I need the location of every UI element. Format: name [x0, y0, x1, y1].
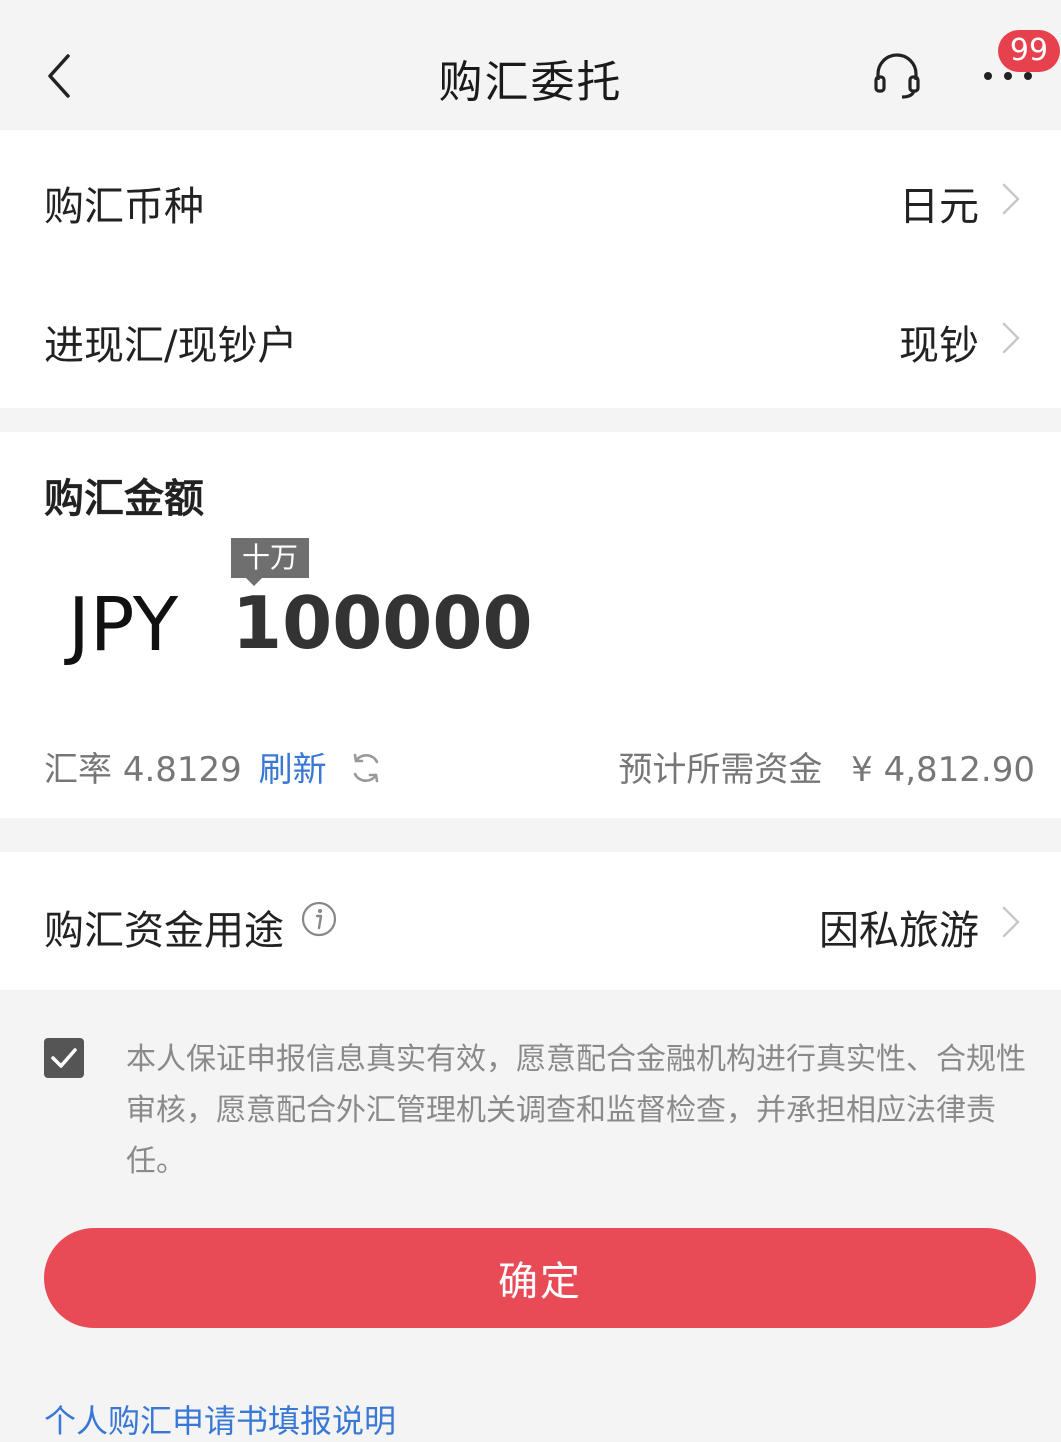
- account-type-label: 进现汇/现钞户: [44, 323, 298, 369]
- amount-unit-tooltip: 十万: [231, 538, 309, 578]
- currency-value: 日元: [899, 184, 979, 230]
- refresh-link[interactable]: 刷新: [259, 750, 327, 790]
- application-instructions-link[interactable]: 个人购汇申请书填报说明: [44, 1396, 396, 1442]
- exchange-rate: 汇率 4.8129 刷新: [44, 742, 383, 791]
- purpose-row[interactable]: 购汇资金用途 因私旅游: [0, 852, 1061, 990]
- account-type-value: 现钞: [899, 323, 979, 369]
- refresh-icon[interactable]: [349, 751, 383, 785]
- confirm-button[interactable]: 确定: [44, 1228, 1036, 1328]
- checkmark-icon: [51, 1048, 77, 1068]
- account-type-row[interactable]: 进现汇/现钞户 现钞: [0, 269, 1061, 408]
- chevron-right-icon: [1002, 183, 1020, 215]
- chevron-right-icon: [1002, 322, 1020, 354]
- currency-card: 购汇币种 日元 进现汇/现钞户 现钞: [0, 130, 1061, 408]
- currency-code: JPY: [68, 582, 179, 668]
- amount-label: 购汇金额: [44, 476, 204, 522]
- info-icon[interactable]: [300, 900, 338, 938]
- headset-icon[interactable]: [872, 50, 922, 100]
- agreement-text: 本人保证申报信息真实有效，愿意配合金融机构进行真实性、合规性审核，愿意配合外汇管…: [126, 1042, 1026, 1179]
- rate-label: 汇率: [44, 750, 112, 790]
- currency-row[interactable]: 购汇币种 日元: [0, 130, 1061, 269]
- required-funds-label: 预计所需资金: [618, 750, 823, 790]
- currency-label: 购汇币种: [44, 184, 204, 230]
- required-funds: 预计所需资金 ¥ 4,812.90: [618, 742, 1035, 791]
- required-funds-value: ¥ 4,812.90: [851, 750, 1035, 790]
- amount-input[interactable]: [232, 578, 732, 668]
- amount-card: 购汇金额 十万 JPY 汇率 4.8129 刷新 预计所需资金 ¥ 4,812.…: [0, 432, 1061, 818]
- agreement-checkbox[interactable]: [44, 1038, 84, 1078]
- purpose-value: 因私旅游: [819, 908, 979, 954]
- rate-value: 4.8129: [122, 750, 242, 790]
- notification-badge: 99: [998, 30, 1060, 72]
- chevron-right-icon: [1002, 906, 1020, 938]
- purpose-label: 购汇资金用途: [44, 908, 284, 954]
- nav-bar: 购汇委托 99: [0, 0, 1061, 128]
